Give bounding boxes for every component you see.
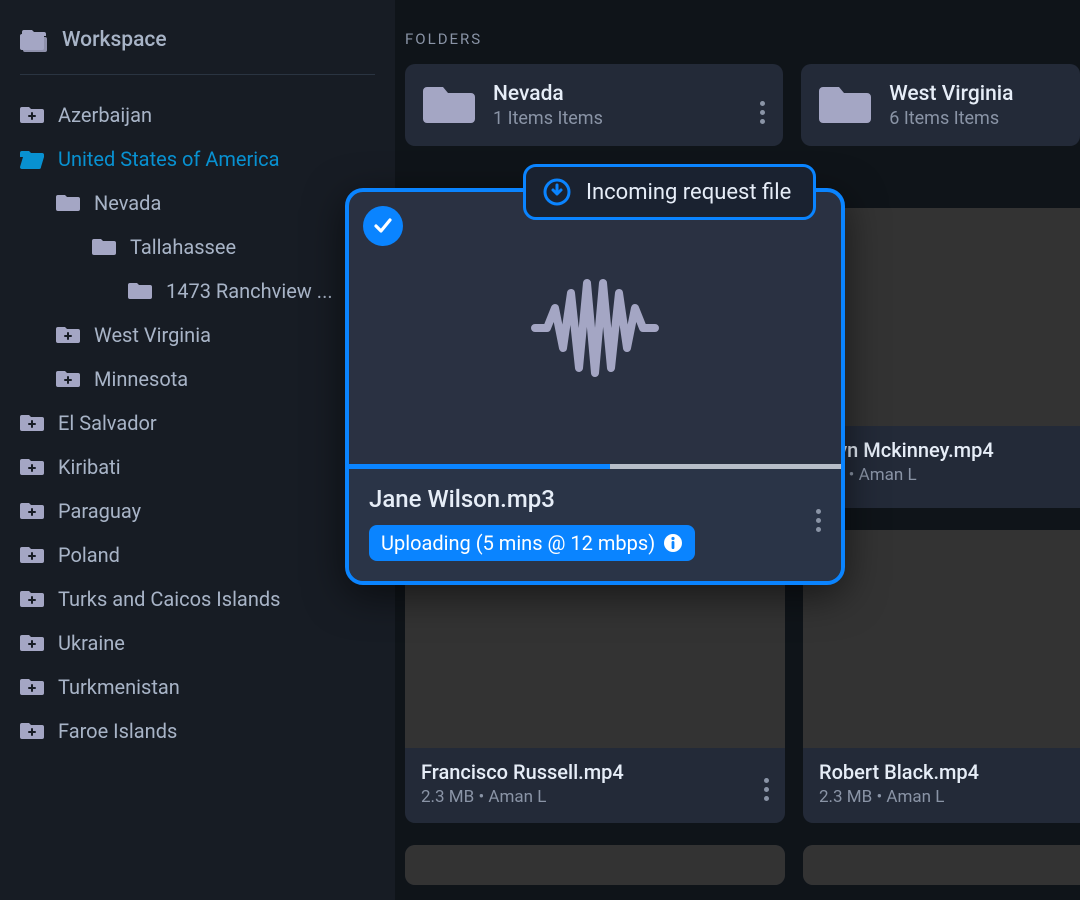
tree-item-azerbaijan[interactable]: Azerbaijan xyxy=(20,93,375,137)
folder-open-icon xyxy=(20,149,44,169)
selected-check-icon[interactable] xyxy=(363,206,403,246)
upload-preview xyxy=(349,192,841,464)
folder-sub: 1 Items Items xyxy=(493,108,742,129)
folder-plus-icon xyxy=(20,457,44,477)
tree-item-minnesota[interactable]: Minnesota xyxy=(20,357,375,401)
folder-icon xyxy=(819,83,871,127)
tree-item-label: Minnesota xyxy=(94,367,188,391)
file-thumbnail xyxy=(803,845,1080,885)
folder-plus-icon xyxy=(20,721,44,741)
folder-plus-icon xyxy=(20,501,44,521)
tree-item-kiribati[interactable]: Kiribati xyxy=(20,445,375,489)
folder-name: West Virginia xyxy=(889,82,1062,106)
tree-item-label: Paraguay xyxy=(58,499,141,523)
folder-card-nevada[interactable]: Nevada 1 Items Items xyxy=(405,64,783,146)
folder-tree: Azerbaijan United States of America Nevada… xyxy=(20,93,375,753)
workspace-header[interactable]: Workspace xyxy=(20,20,375,75)
workspace-label: Workspace xyxy=(62,28,167,52)
upload-menu-button[interactable] xyxy=(816,485,821,532)
audio-waveform-icon xyxy=(525,273,665,383)
upload-progress-fill xyxy=(349,464,610,469)
tree-item-label: Faroe Islands xyxy=(58,719,177,743)
workspace-icon xyxy=(20,28,48,52)
folder-card-west-virginia[interactable]: West Virginia 6 Items Items xyxy=(801,64,1080,146)
file-name: hryn Mckinney.mp4 xyxy=(819,438,1080,462)
tree-item-label: Turks and Caicos Islands xyxy=(58,587,280,611)
tree-item-label: Poland xyxy=(58,543,120,567)
file-name: Francisco Russell.mp4 xyxy=(421,760,764,784)
file-menu-button[interactable] xyxy=(764,760,769,801)
folder-closed-icon xyxy=(128,281,152,301)
tree-item-label: El Salvador xyxy=(58,411,157,435)
folder-menu-button[interactable] xyxy=(760,87,765,124)
tree-item-turkmenistan[interactable]: Turkmenistan xyxy=(20,665,375,709)
upload-status-text: Uploading (5 mins @ 12 mbps) xyxy=(381,531,655,555)
tree-item-ukraine[interactable]: Ukraine xyxy=(20,621,375,665)
file-sub: 2.3 MB • Aman L xyxy=(421,787,764,807)
tree-item-tallahassee[interactable]: Tallahassee xyxy=(20,225,375,269)
file-sub: MB • Aman L xyxy=(819,465,1080,485)
incoming-request-pill[interactable]: Incoming request file xyxy=(523,164,816,220)
file-name: Robert Black.mp4 xyxy=(819,760,1080,784)
file-thumbnail xyxy=(405,845,785,885)
tree-item-united-states-of-america[interactable]: United States of America xyxy=(20,137,375,181)
folder-plus-icon xyxy=(56,325,80,345)
folder-plus-icon xyxy=(20,105,44,125)
file-card-robert[interactable]: Robert Black.mp4 2.3 MB • Aman L xyxy=(803,530,1080,823)
folder-closed-icon xyxy=(56,193,80,213)
tree-item-poland[interactable]: Poland xyxy=(20,533,375,577)
upload-progress-bar xyxy=(349,464,841,469)
file-card-peek-left[interactable] xyxy=(405,845,785,885)
tree-item-label: Kiribati xyxy=(58,455,121,479)
folder-name: Nevada xyxy=(493,82,742,106)
folder-plus-icon xyxy=(20,677,44,697)
tree-item-label: Ukraine xyxy=(58,631,125,655)
tree-item-label: West Virginia xyxy=(94,323,211,347)
tree-item-el-salvador[interactable]: El Salvador xyxy=(20,401,375,445)
folder-plus-icon xyxy=(56,369,80,389)
tree-item-label: 1473 Ranchview ... xyxy=(166,279,333,303)
tree-item-turks-and-caicos-islands[interactable]: Turks and Caicos Islands xyxy=(20,577,375,621)
folders-heading: FOLDERS xyxy=(405,30,1080,48)
tree-item-1473-ranchview[interactable]: 1473 Ranchview ... xyxy=(20,269,375,313)
folder-sub: 6 Items Items xyxy=(889,108,1062,129)
tree-item-paraguay[interactable]: Paraguay xyxy=(20,489,375,533)
download-icon xyxy=(542,177,572,207)
tree-item-faroe-islands[interactable]: Faroe Islands xyxy=(20,709,375,753)
tree-item-west-virginia[interactable]: West Virginia xyxy=(20,313,375,357)
incoming-label: Incoming request file xyxy=(586,180,791,205)
folder-icon xyxy=(423,83,475,127)
folder-row: Nevada 1 Items Items West Virginia 6 Ite… xyxy=(405,64,1080,146)
tree-item-label: Tallahassee xyxy=(130,235,236,259)
upload-status-badge[interactable]: Uploading (5 mins @ 12 mbps) xyxy=(369,525,695,561)
tree-item-nevada[interactable]: Nevada xyxy=(20,181,375,225)
info-icon xyxy=(663,533,683,553)
upload-overlay: Jane Wilson.mp3 Uploading (5 mins @ 12 m… xyxy=(345,188,845,585)
file-card-peek-right[interactable] xyxy=(803,845,1080,885)
tree-item-label: United States of America xyxy=(58,147,280,171)
sidebar: Workspace Azerbaijan United States of Ame… xyxy=(0,0,395,900)
file-sub: 2.3 MB • Aman L xyxy=(819,787,1080,807)
folder-plus-icon xyxy=(20,545,44,565)
tree-item-label: Turkmenistan xyxy=(58,675,180,699)
folder-plus-icon xyxy=(20,589,44,609)
upload-filename: Jane Wilson.mp3 xyxy=(369,485,816,513)
folder-closed-icon xyxy=(92,237,116,257)
folder-plus-icon xyxy=(20,633,44,653)
tree-item-label: Nevada xyxy=(94,191,161,215)
folder-plus-icon xyxy=(20,413,44,433)
tree-item-label: Azerbaijan xyxy=(58,103,152,127)
